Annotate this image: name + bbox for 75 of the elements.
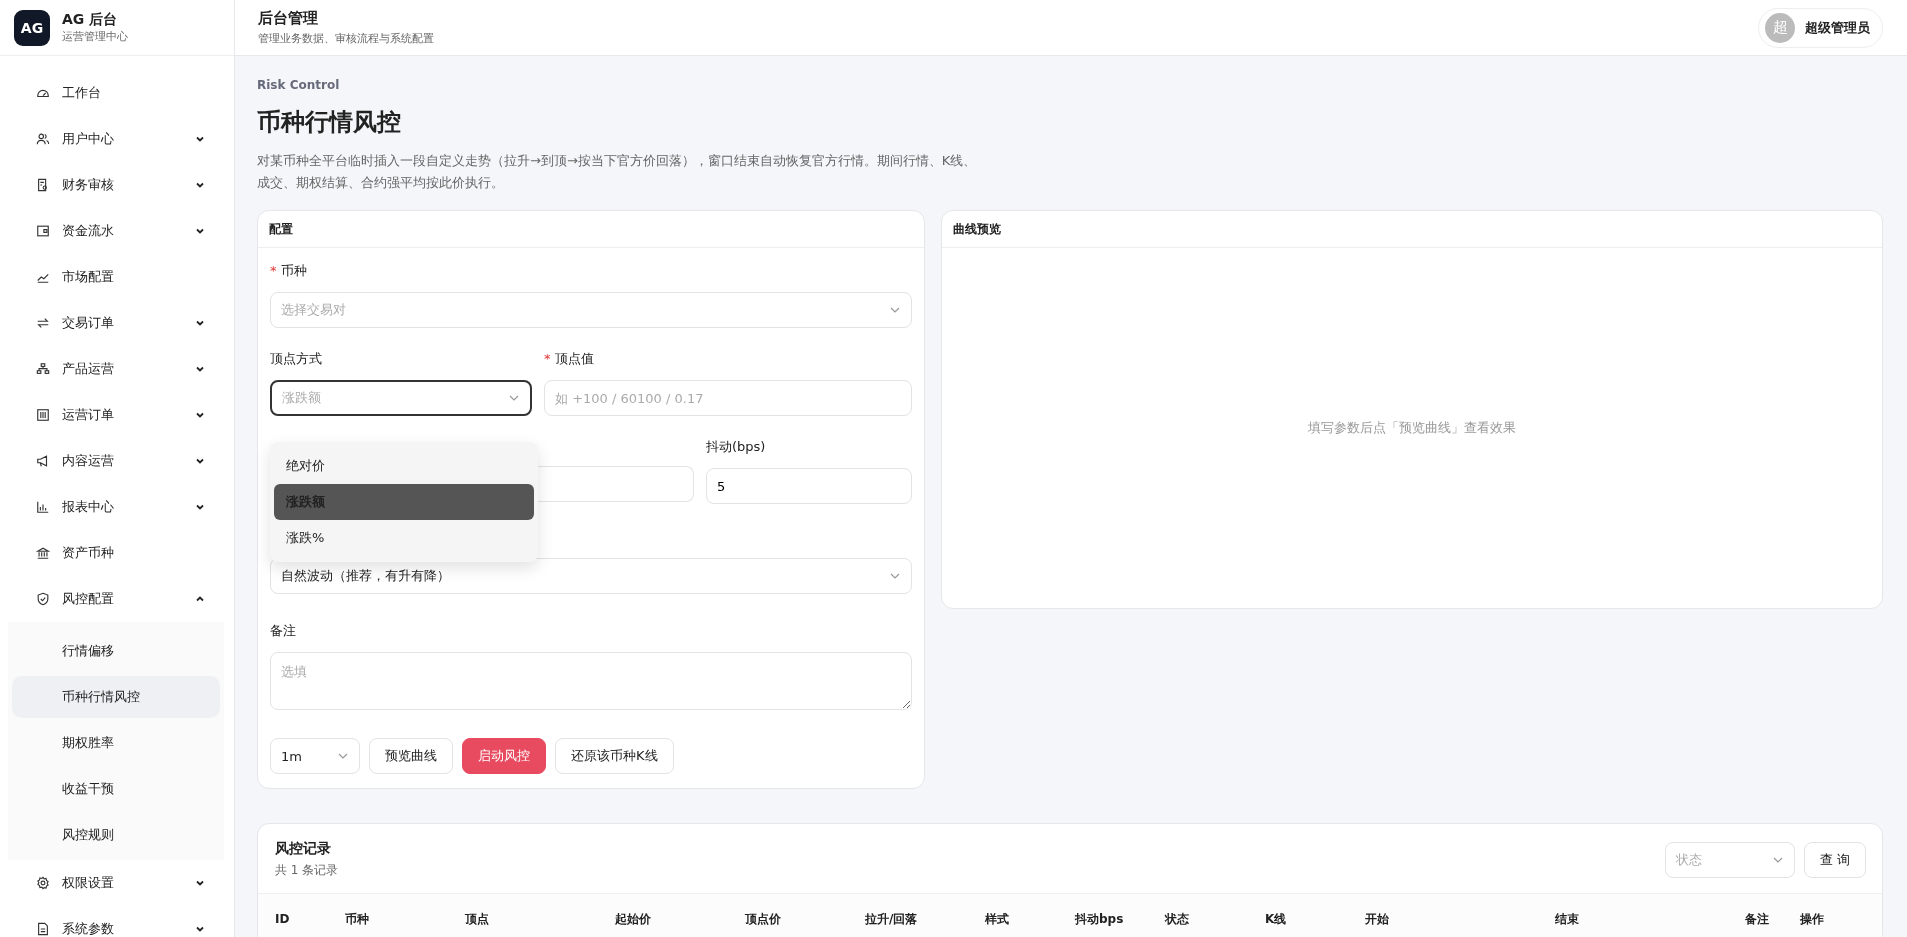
column-header: K线 bbox=[1265, 910, 1288, 928]
dropdown-option[interactable]: 绝对价 bbox=[274, 448, 534, 484]
sidebar-subitem[interactable]: 期权胜率 bbox=[12, 722, 220, 764]
sidebar-item[interactable]: 风控配置 bbox=[0, 576, 234, 622]
sidebar-item[interactable]: 财务审核 bbox=[0, 162, 234, 208]
action-button[interactable]: 还原该币种K线 bbox=[555, 738, 674, 774]
card-title: 曲线预览 bbox=[953, 220, 1001, 238]
avatar: 超 bbox=[1765, 12, 1795, 43]
header-title: 后台管理 bbox=[258, 9, 319, 28]
sidebar-item[interactable]: 用户中心 bbox=[0, 116, 234, 162]
brand-logo: AG bbox=[14, 9, 50, 46]
brand-title: AG 后台 bbox=[62, 11, 119, 29]
note-textarea[interactable]: 选填 bbox=[270, 652, 912, 710]
gear-icon bbox=[36, 876, 50, 890]
user-menu[interactable]: 超 超级管理员 bbox=[1758, 7, 1883, 48]
column-header: 结束 bbox=[1555, 910, 1580, 928]
sidebar-item[interactable]: 资产币种 bbox=[0, 530, 234, 576]
interval-select[interactable]: 1m bbox=[270, 738, 360, 774]
field-label: 抖动(bps) bbox=[706, 438, 766, 456]
bars-icon bbox=[36, 500, 50, 514]
doc-icon bbox=[36, 922, 50, 936]
shield-icon bbox=[36, 592, 50, 606]
sidebar-subitem[interactable]: 币种行情风控 bbox=[12, 676, 220, 718]
sidebar-item[interactable]: 资金流水 bbox=[0, 208, 234, 254]
field-label: * 顶点值 bbox=[544, 350, 594, 368]
page-description: 对某币种全平台临时插入一段自定义走势（拉升→到顶→按当下官方价回落），窗口结束自动恢复官方行情。期间行情、K线、成交、期权结算、合约强平均按此价执行。 bbox=[257, 152, 978, 192]
card-title: 配置 bbox=[269, 220, 293, 238]
column-header: 样式 bbox=[985, 910, 1010, 928]
wallet-icon bbox=[36, 224, 50, 238]
sidebar-item[interactable]: 交易订单 bbox=[0, 300, 234, 346]
page-eyebrow: Risk Control bbox=[257, 78, 341, 92]
peak-value-input[interactable]: 如 +100 / 60100 / 0.17 bbox=[544, 380, 912, 416]
users-icon bbox=[36, 132, 50, 146]
action-button[interactable]: 启动风控 bbox=[462, 738, 546, 774]
dropdown-option[interactable]: 涨跌% bbox=[274, 520, 534, 556]
field-label: * 币种 bbox=[270, 262, 307, 280]
jitter-input[interactable]: 5 bbox=[706, 468, 912, 504]
sidebar-item[interactable]: 报表中心 bbox=[0, 484, 234, 530]
field-label: 备注 bbox=[270, 622, 296, 640]
column-header: 拉升/回落 bbox=[865, 910, 919, 928]
sidebar-item[interactable]: 运营订单 bbox=[0, 392, 234, 438]
column-header: 顶点 bbox=[465, 910, 490, 928]
sidebar-subitem[interactable]: 收益干预 bbox=[12, 768, 220, 810]
sidebar-item[interactable]: 产品运营 bbox=[0, 346, 234, 392]
sidebar-item[interactable]: 工作台 bbox=[0, 70, 234, 116]
audit-icon bbox=[36, 178, 50, 192]
sidebar-item[interactable]: 系统参数 bbox=[0, 906, 234, 937]
sidebar-item[interactable]: 市场配置 bbox=[0, 254, 234, 300]
sidebar-item[interactable]: 权限设置 bbox=[0, 860, 234, 906]
column-header: 抖动bps bbox=[1075, 910, 1125, 928]
record-count: 共 1 条记录 bbox=[275, 862, 339, 879]
megaphone-icon bbox=[36, 454, 50, 468]
sidebar-item[interactable]: 内容运营 bbox=[0, 438, 234, 484]
org-icon bbox=[36, 362, 50, 376]
empty-state-text: 填写参数后点「预览曲线」查看效果 bbox=[1308, 419, 1516, 437]
brand-subtitle: 运营管理中心 bbox=[62, 29, 128, 44]
column-header: 开始 bbox=[1365, 910, 1390, 928]
column-header: 操作 bbox=[1800, 910, 1825, 928]
column-header: 顶点价 bbox=[745, 910, 782, 928]
card-title: 风控记录 bbox=[275, 840, 332, 858]
sidebar-subitem[interactable]: 风控规则 bbox=[12, 814, 220, 856]
kline-style-select[interactable]: 自然波动（推荐，有升有降） bbox=[270, 558, 912, 594]
sidebar-subitem[interactable]: 行情偏移 bbox=[12, 630, 220, 672]
page-title: 币种行情风控 bbox=[257, 107, 402, 138]
column-header: 备注 bbox=[1745, 910, 1770, 928]
swap-icon bbox=[36, 316, 50, 330]
field-label: 顶点方式 bbox=[270, 350, 322, 368]
header-subtitle: 管理业务数据、审核流程与系统配置 bbox=[258, 31, 434, 46]
column-header: 起始价 bbox=[615, 910, 652, 928]
action-button[interactable]: 预览曲线 bbox=[369, 738, 453, 774]
column-header: 状态 bbox=[1165, 910, 1190, 928]
query-button[interactable]: 查 询 bbox=[1803, 841, 1866, 878]
column-header: ID bbox=[275, 912, 291, 926]
bank-icon bbox=[36, 546, 50, 560]
column-header: 币种 bbox=[345, 910, 370, 928]
